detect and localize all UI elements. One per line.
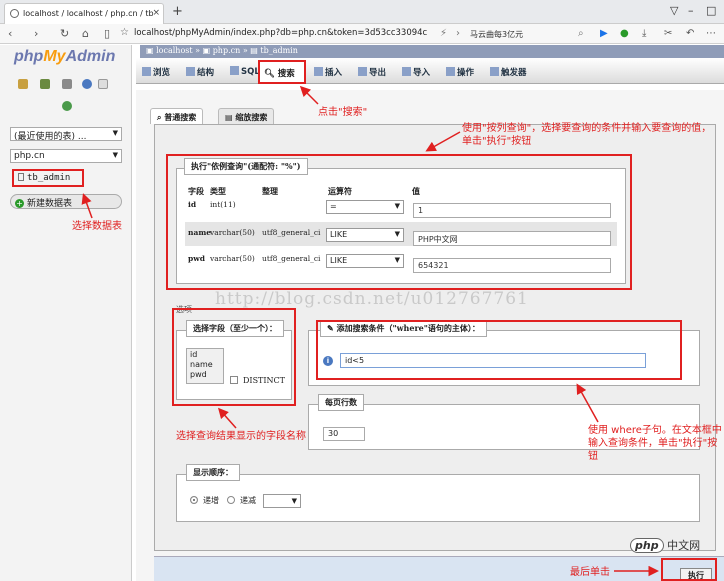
arrow-to-search-tab xyxy=(299,85,319,105)
arrow-to-where-box xyxy=(576,383,599,423)
arrow-to-table-item xyxy=(81,193,93,219)
arrow-to-query-box xyxy=(425,131,461,152)
arrow-to-fields-box xyxy=(218,407,237,429)
annotation-arrows xyxy=(81,85,659,577)
